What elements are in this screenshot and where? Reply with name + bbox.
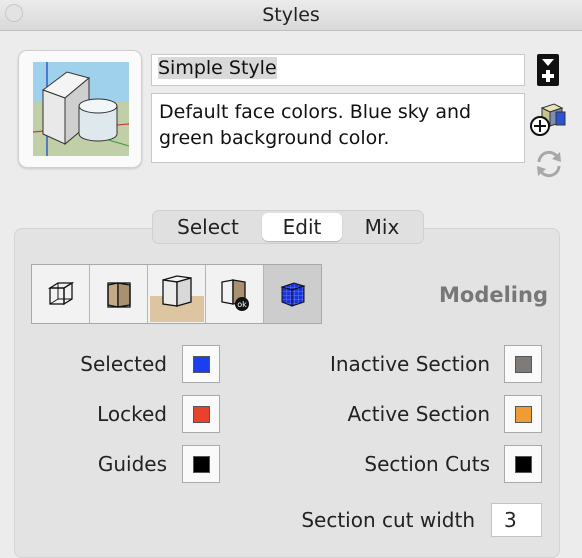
style-name-text: Simple Style [158,57,277,79]
modeling-settings-button[interactable] [264,265,321,323]
section-cuts-color-swatch[interactable] [504,445,542,483]
style-description-field[interactable]: Default face colors. Blue sky and green … [151,93,525,163]
watermark-settings-button[interactable]: ok [206,265,264,323]
active-section-color-chip [515,406,532,423]
style-tabs: Select Edit Mix [152,210,424,244]
section-cuts-color-chip [515,456,532,473]
window-title: Styles [262,4,320,26]
style-thumbnail[interactable] [18,50,142,168]
guides-color-chip [193,456,210,473]
active-section-label: Active Section [347,402,490,426]
section-cuts-label: Section Cuts [364,452,490,476]
tab-edit[interactable]: Edit [262,213,342,241]
title-bar: Styles [0,0,582,31]
background-settings-icon [149,275,204,322]
background-settings-button[interactable] [148,265,206,323]
tab-select[interactable]: Select [155,213,261,241]
edge-settings-button[interactable] [32,265,90,323]
modeling-section-title: Modeling [439,283,548,307]
locked-color-chip [193,406,210,423]
watermark-settings-icon: ok [220,279,249,311]
guides-label: Guides [97,452,167,476]
section-cut-width-input[interactable]: 3 [491,503,542,537]
modeling-settings-icon [279,282,306,307]
create-new-style-icon[interactable] [528,102,568,142]
selected-label: Selected [80,352,167,376]
edge-settings-icon [47,281,74,306]
update-style-icon[interactable] [534,148,564,184]
section-cut-width-label: Section cut width [301,508,475,532]
face-settings-button[interactable] [90,265,148,323]
style-preview-thumbnail-icon [33,62,129,156]
locked-color-swatch[interactable] [182,395,220,433]
face-settings-icon [106,282,131,308]
active-section-color-swatch[interactable] [504,395,542,433]
inactive-section-label: Inactive Section [329,352,490,376]
locked-label: Locked [97,402,167,426]
svg-text:ok: ok [237,300,247,309]
settings-toolbar: ok [31,264,322,324]
inactive-section-color-chip [515,356,532,373]
tab-mix[interactable]: Mix [343,213,421,241]
inactive-section-color-swatch[interactable] [504,345,542,383]
save-as-new-style-icon[interactable] [536,53,560,91]
guides-color-swatch[interactable] [182,445,220,483]
selected-color-chip [193,356,210,373]
style-name-field[interactable]: Simple Style [151,54,525,86]
selected-color-swatch[interactable] [182,345,220,383]
